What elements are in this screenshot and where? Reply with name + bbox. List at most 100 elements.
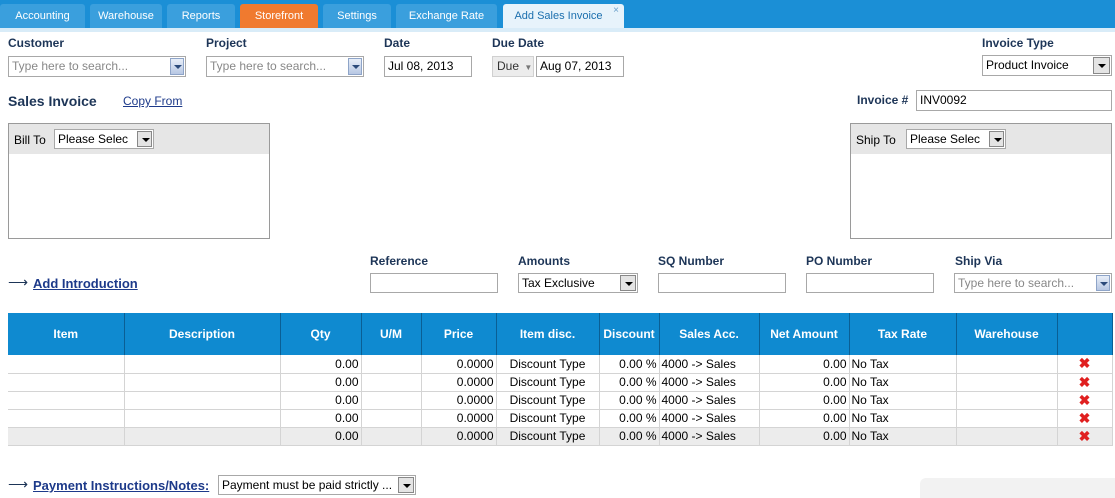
cell-sales-acc[interactable]: 4000 -> Sales	[659, 391, 760, 410]
cell-discount[interactable]: 0.00 %	[599, 409, 660, 428]
cell-description[interactable]	[124, 373, 281, 392]
cell-warehouse[interactable]	[956, 409, 1058, 428]
col-price[interactable]: Price	[421, 313, 497, 355]
payment-instructions-select[interactable]: Payment must be paid strictly ...	[218, 475, 416, 495]
col-description[interactable]: Description	[124, 313, 281, 355]
bill-to-select[interactable]: Please Selec	[54, 129, 154, 149]
chevron-down-icon[interactable]	[170, 58, 184, 75]
reference-input[interactable]	[370, 273, 498, 293]
tab-exchange-rate[interactable]: Exchange Rate	[396, 4, 497, 28]
col-discount[interactable]: Discount	[599, 313, 660, 355]
cell-warehouse[interactable]	[956, 373, 1058, 392]
cell-item-disc[interactable]: Discount Type	[496, 427, 600, 446]
tab-add-sales-invoice[interactable]: Add Sales Invoice ×	[503, 4, 624, 28]
cell-qty[interactable]: 0.00	[280, 427, 362, 446]
col-item-disc[interactable]: Item disc.	[496, 313, 600, 355]
cell-discount[interactable]: 0.00 %	[599, 355, 660, 374]
col-um[interactable]: U/M	[361, 313, 422, 355]
cell-warehouse[interactable]	[956, 427, 1058, 446]
chevron-down-icon[interactable]	[398, 477, 414, 493]
due-date-input[interactable]: Aug 07, 2013	[536, 56, 624, 77]
cell-item-disc[interactable]: Discount Type	[496, 373, 600, 392]
cell-discount[interactable]: 0.00 %	[599, 373, 660, 392]
chevron-down-icon[interactable]	[1096, 275, 1110, 291]
cell-tax-rate[interactable]: No Tax	[849, 409, 957, 428]
payment-instructions-link[interactable]: Payment Instructions/Notes:	[33, 478, 209, 493]
close-icon[interactable]: ×	[613, 0, 619, 23]
invoice-type-select[interactable]: Product Invoice	[982, 55, 1112, 76]
cell-description[interactable]	[124, 409, 281, 428]
tab-accounting[interactable]: Accounting	[0, 4, 85, 28]
cell-qty[interactable]: 0.00	[280, 391, 362, 410]
chevron-down-icon[interactable]	[137, 131, 152, 147]
due-selector[interactable]: Due ▼	[492, 56, 534, 77]
cell-item[interactable]	[8, 427, 125, 446]
sq-number-input[interactable]	[658, 273, 786, 293]
chevron-down-icon[interactable]	[1093, 57, 1110, 74]
cell-price[interactable]: 0.0000	[421, 355, 497, 374]
cell-discount[interactable]: 0.00 %	[599, 391, 660, 410]
cell-item[interactable]	[8, 409, 125, 428]
cell-qty[interactable]: 0.00	[280, 409, 362, 428]
cell-qty[interactable]: 0.00	[280, 373, 362, 392]
cell-warehouse[interactable]	[956, 355, 1058, 374]
cell-qty[interactable]: 0.00	[280, 355, 362, 374]
cell-sales-acc[interactable]: 4000 -> Sales	[659, 409, 760, 428]
cell-price[interactable]: 0.0000	[421, 391, 497, 410]
cell-um[interactable]	[361, 391, 422, 410]
cell-um[interactable]	[361, 355, 422, 374]
add-introduction-link[interactable]: Add Introduction	[33, 276, 138, 291]
cell-um[interactable]	[361, 373, 422, 392]
cell-warehouse[interactable]	[956, 391, 1058, 410]
cell-um[interactable]	[361, 427, 422, 446]
col-net-amount[interactable]: Net Amount	[759, 313, 850, 355]
tab-storefront[interactable]: Storefront	[240, 4, 318, 28]
delete-row-icon[interactable]: ✖	[1079, 410, 1091, 426]
customer-search-input[interactable]: Type here to search...	[8, 56, 186, 77]
cell-item[interactable]	[8, 373, 125, 392]
col-tax-rate[interactable]: Tax Rate	[849, 313, 957, 355]
cell-item[interactable]	[8, 391, 125, 410]
ship-via-search-input[interactable]: Type here to search...	[954, 273, 1112, 293]
tab-reports[interactable]: Reports	[167, 4, 235, 28]
chevron-down-icon[interactable]	[989, 131, 1004, 147]
cell-item[interactable]	[8, 355, 125, 374]
col-warehouse[interactable]: Warehouse	[956, 313, 1058, 355]
cell-item-disc[interactable]: Discount Type	[496, 409, 600, 428]
col-qty[interactable]: Qty	[280, 313, 362, 355]
cell-price[interactable]: 0.0000	[421, 409, 497, 428]
project-search-input[interactable]: Type here to search...	[206, 56, 364, 77]
tab-warehouse[interactable]: Warehouse	[90, 4, 162, 28]
cell-description[interactable]	[124, 355, 281, 374]
cell-sales-acc[interactable]: 4000 -> Sales	[659, 427, 760, 446]
ship-to-select[interactable]: Please Selec	[906, 129, 1006, 149]
tab-settings[interactable]: Settings	[323, 4, 391, 28]
po-number-input[interactable]	[806, 273, 934, 293]
cell-description[interactable]	[124, 391, 281, 410]
cell-tax-rate[interactable]: No Tax	[849, 355, 957, 374]
col-sales-acc[interactable]: Sales Acc.	[659, 313, 760, 355]
cell-sales-acc[interactable]: 4000 -> Sales	[659, 355, 760, 374]
cell-price[interactable]: 0.0000	[421, 427, 497, 446]
cell-item-disc[interactable]: Discount Type	[496, 391, 600, 410]
amounts-select[interactable]: Tax Exclusive	[518, 273, 638, 293]
delete-row-icon[interactable]: ✖	[1079, 428, 1091, 444]
delete-row-icon[interactable]: ✖	[1079, 355, 1091, 371]
delete-row-icon[interactable]: ✖	[1079, 392, 1091, 408]
cell-discount[interactable]: 0.00 %	[599, 427, 660, 446]
cell-price[interactable]: 0.0000	[421, 373, 497, 392]
invoice-number-input[interactable]: INV0092	[916, 90, 1112, 111]
cell-description[interactable]	[124, 427, 281, 446]
cell-tax-rate[interactable]: No Tax	[849, 391, 957, 410]
copy-from-link[interactable]: Copy From	[123, 94, 182, 108]
cell-tax-rate[interactable]: No Tax	[849, 373, 957, 392]
chevron-down-icon[interactable]	[620, 275, 636, 291]
date-input[interactable]: Jul 08, 2013	[384, 56, 472, 77]
chevron-down-icon[interactable]	[348, 58, 362, 75]
cell-sales-acc[interactable]: 4000 -> Sales	[659, 373, 760, 392]
delete-row-icon[interactable]: ✖	[1079, 374, 1091, 390]
cell-tax-rate[interactable]: No Tax	[849, 427, 957, 446]
cell-um[interactable]	[361, 409, 422, 428]
cell-item-disc[interactable]: Discount Type	[496, 355, 600, 374]
col-item[interactable]: Item	[8, 313, 125, 355]
